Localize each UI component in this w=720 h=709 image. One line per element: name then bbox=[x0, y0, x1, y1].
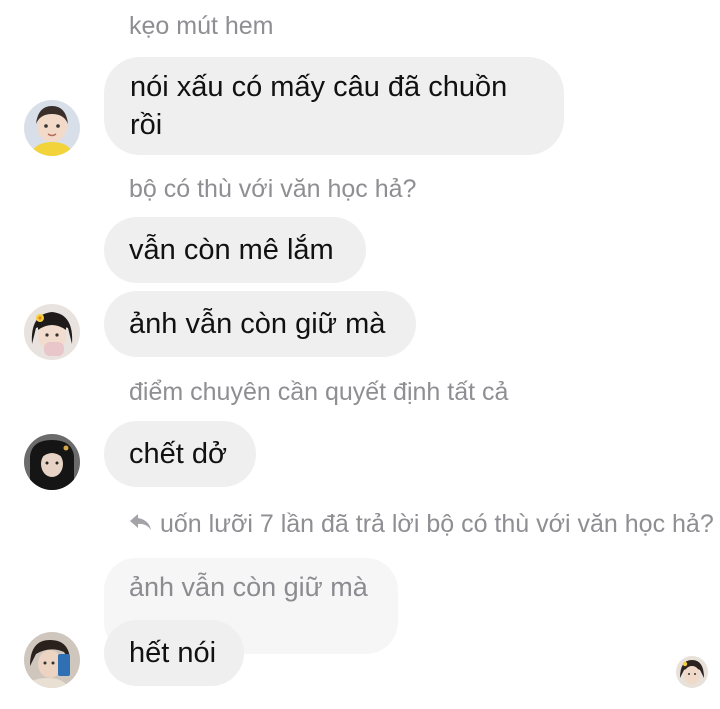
sender-label: bộ có thù với văn học hả? bbox=[129, 175, 417, 203]
sender-label: kẹo mút hem bbox=[129, 12, 274, 40]
seen-avatar-icon bbox=[676, 656, 708, 688]
message-bubble[interactable]: vẫn còn mê lắm bbox=[104, 217, 366, 283]
reply-indicator: uốn lưỡi 7 lần đã trả lời bộ có thù với … bbox=[128, 510, 714, 539]
message-bubble[interactable]: hết nói bbox=[104, 620, 244, 686]
message-bubble[interactable]: chết dở bbox=[104, 421, 256, 487]
reply-label-text: uốn lưỡi 7 lần đã trả lời bộ có thù với … bbox=[160, 510, 714, 538]
dark-hood-avatar[interactable] bbox=[24, 434, 80, 490]
message-bubble[interactable]: nói xấu có mấy câu đã chuồn rồi bbox=[104, 57, 564, 155]
sender-label: điểm chuyên cần quyết định tất cả bbox=[129, 378, 509, 406]
girl-yellow-shirt-avatar[interactable] bbox=[24, 100, 80, 156]
reply-arrow-icon bbox=[128, 510, 152, 539]
girl-flower-hairclip-avatar[interactable] bbox=[24, 304, 80, 360]
message-bubble[interactable]: ảnh vẫn còn giữ mà bbox=[104, 291, 416, 357]
girl-phone-avatar[interactable] bbox=[24, 632, 80, 688]
